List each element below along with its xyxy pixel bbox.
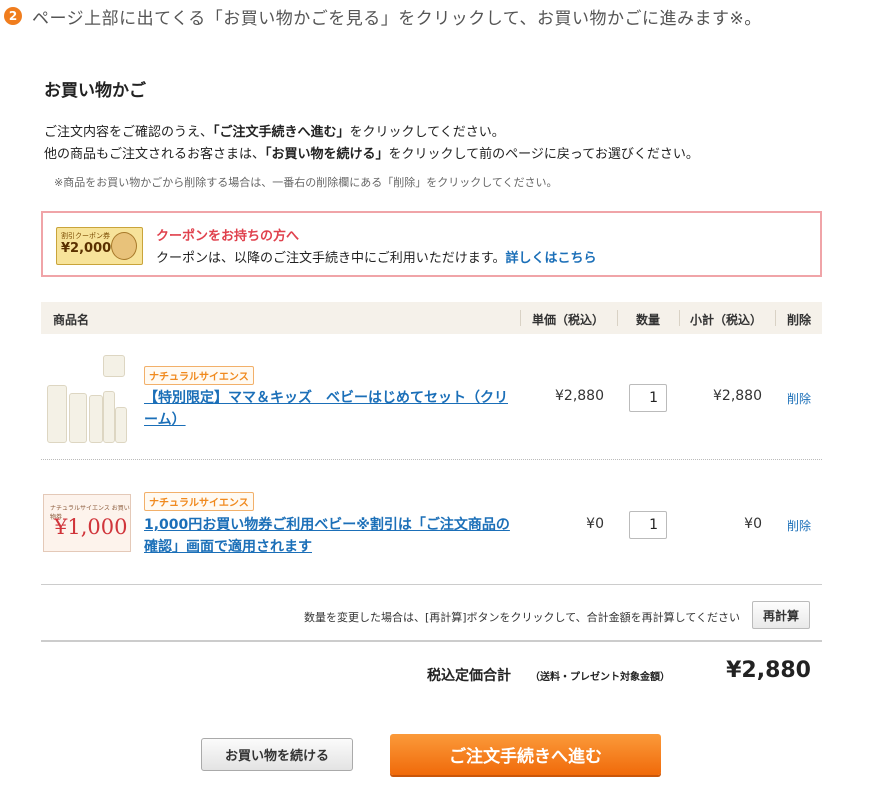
total-label: 税込定価合計	[427, 668, 511, 684]
coupon-title: クーポンをお持ちの方へ	[156, 229, 300, 244]
row-subtotal: ¥2,880	[713, 388, 762, 404]
step-instruction: 2 ページ上部に出てくる「お買い物かごを見る」をクリックして、お買い物かごに進み…	[4, 4, 762, 29]
voucher-image-amount: ¥1,000	[54, 515, 128, 539]
total-sublabel: （送料・プレゼント対象金額）	[530, 672, 670, 683]
row-subtotal: ¥0	[744, 516, 762, 532]
header-divider	[775, 310, 776, 326]
step-text: ページ上部に出てくる「お買い物かごを見る」をクリックして、お買い物かごに進みます…	[32, 8, 762, 29]
delete-link[interactable]: 削除	[787, 390, 811, 407]
intro-emphasis: 「お買い物を続ける」	[265, 147, 389, 162]
total-value: ¥2,880	[726, 658, 811, 683]
table-row: ナチュラルサイエンス お買い物券 ¥1,000 ナチュラルサイエンス 1,000…	[41, 461, 822, 585]
bottle-icon	[103, 391, 115, 443]
intro-text: 他の商品もご注文されるお客さまは、	[44, 147, 266, 162]
quantity-input[interactable]	[629, 384, 667, 412]
coupon-description: クーポンは、以降のご注文手続き中にご利用いただけます。詳しくはこちら	[156, 247, 596, 266]
table-row: ナチュラルサイエンス 【特別限定】ママ＆キッズ ベビーはじめてセット（クリーム）…	[41, 335, 822, 460]
checkout-button[interactable]: ご注文手続きへ進む	[390, 734, 661, 775]
step-number-badge: 2	[4, 7, 22, 25]
cart-intro: ご注文内容をご確認のうえ、「ご注文手続きへ進む」をクリックしてください。 他の商…	[44, 122, 699, 166]
brand-badge: ナチュラルサイエンス	[144, 366, 254, 385]
product-image[interactable]	[43, 355, 131, 443]
bottle-icon	[47, 385, 67, 443]
recalculate-button[interactable]: 再計算	[752, 601, 810, 629]
intro-text: をクリックして前のページに戻ってお選びください。	[388, 147, 699, 162]
unit-price: ¥0	[586, 516, 604, 532]
intro-line-2: 他の商品もご注文されるお客さまは、「お買い物を続ける」をクリックして前のページに…	[44, 144, 699, 166]
voucher-image[interactable]: ナチュラルサイエンス お買い物券 ¥1,000	[43, 494, 131, 552]
product-name-link[interactable]: 【特別限定】ママ＆キッズ ベビーはじめてセット（クリーム）	[144, 387, 514, 431]
coupon-image-label: 割引クーポン券	[61, 232, 110, 240]
header-divider	[520, 310, 521, 326]
bottle-icon	[89, 395, 103, 443]
delete-note: ※商品をお買い物かごから削除する場合は、一番右の削除欄にある「削除」をクリックし…	[54, 176, 558, 189]
header-delete: 削除	[787, 313, 812, 327]
header-subtotal: 小計（税込）	[690, 313, 763, 327]
header-unit-price: 単価（税込）	[532, 313, 605, 327]
bottle-icon	[69, 393, 87, 443]
unit-price: ¥2,880	[555, 388, 604, 404]
continue-shopping-button[interactable]: お買い物を続ける	[201, 738, 353, 771]
mascot-icon	[111, 232, 137, 260]
intro-emphasis: 「ご注文手続きへ進む」	[213, 125, 350, 140]
recalculate-note: 数量を変更した場合は、[再計算]ボタンをクリックして、合計金額を再計算してくださ…	[303, 611, 740, 624]
coupon-image: 割引クーポン券 ¥2,000	[56, 227, 143, 265]
header-divider	[679, 310, 680, 326]
sachet-icon	[103, 355, 125, 377]
brand-badge: ナチュラルサイエンス	[144, 492, 254, 511]
bottle-icon	[115, 407, 127, 443]
product-name-link[interactable]: 1,000円お買い物券ご利用ベビー※割引は「ご注文商品の確認」画面で適用されます	[144, 514, 514, 558]
intro-text: ご注文内容をご確認のうえ、	[44, 125, 214, 140]
coupon-notice: 割引クーポン券 ¥2,000 クーポンをお持ちの方へ クーポンは、以降のご注文手…	[41, 211, 822, 277]
header-product: 商品名	[53, 313, 90, 327]
intro-line-1: ご注文内容をご確認のうえ、「ご注文手続きへ進む」をクリックしてください。	[44, 122, 699, 144]
recalculate-row: 数量を変更した場合は、[再計算]ボタンをクリックして、合計金額を再計算してくださ…	[41, 586, 822, 642]
intro-text: をクリックしてください。	[349, 125, 505, 140]
delete-link[interactable]: 削除	[787, 517, 811, 534]
coupon-image-amount: ¥2,000	[61, 241, 112, 256]
header-divider	[617, 310, 618, 326]
coupon-desc-text: クーポンは、以降のご注文手続き中にご利用いただけます。	[156, 251, 506, 266]
cart-table-header: 商品名 単価（税込） 数量 小計（税込） 削除	[41, 302, 822, 334]
page-title: お買い物かご	[44, 81, 146, 101]
coupon-details-link[interactable]: 詳しくはこちら	[505, 251, 596, 266]
quantity-input[interactable]	[629, 511, 667, 539]
header-quantity: 数量	[636, 313, 661, 327]
